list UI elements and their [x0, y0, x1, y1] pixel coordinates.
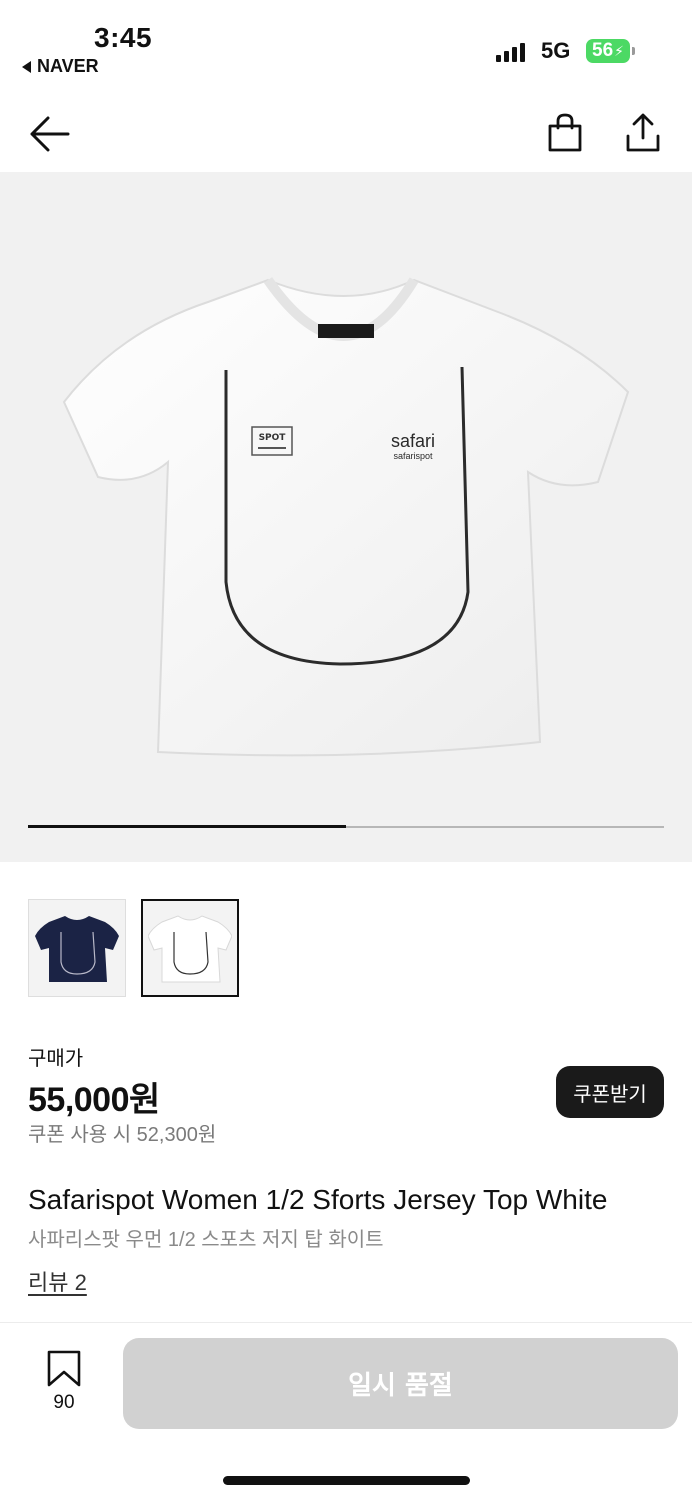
product-image-gallery[interactable]: SPOT safari safarispot	[0, 172, 692, 862]
thumbnail-navy[interactable]	[28, 899, 126, 997]
network-type: 5G	[541, 38, 571, 63]
review-link[interactable]: 리뷰 2	[28, 1265, 87, 1297]
battery-level: 56	[592, 40, 614, 61]
back-to-app-link[interactable]: NAVER	[22, 56, 99, 77]
price-value: 55,000원	[28, 1081, 160, 1119]
brand-subtext: safarispot	[393, 451, 433, 461]
thumbnail-white[interactable]	[141, 899, 239, 997]
arrow-left-icon	[30, 116, 70, 152]
product-title-en: Safarispot Women 1/2 Sforts Jersey Top W…	[28, 1184, 608, 1215]
charging-bolt-icon: ⚡	[614, 42, 624, 59]
brand-text: safari	[391, 431, 435, 451]
neck-label	[318, 324, 374, 338]
bookmark-icon	[47, 1350, 81, 1387]
gallery-progress-track	[28, 825, 664, 828]
patch-text: SPOT	[259, 433, 287, 443]
thumbnail-navy-image	[35, 916, 119, 982]
battery-icon: 56 ⚡	[586, 39, 630, 63]
share-icon	[626, 113, 660, 152]
back-button[interactable]	[28, 114, 70, 154]
gallery-progress-fill	[28, 825, 346, 828]
product-title-ko: 사파리스팟 우먼 1/2 스포츠 저지 탑 화이트	[28, 1229, 384, 1251]
get-coupon-button[interactable]: 쿠폰받기	[556, 1066, 664, 1118]
bottom-divider	[0, 1322, 692, 1323]
thumbnail-white-image	[148, 915, 232, 983]
shopping-bag-icon	[548, 113, 582, 152]
coupon-price: 쿠폰 사용 시 52,300원	[28, 1124, 217, 1146]
home-indicator[interactable]	[223, 1476, 470, 1485]
back-app-label: NAVER	[37, 56, 99, 76]
soldout-button: 일시 품절	[123, 1338, 678, 1429]
status-time: 3:45	[94, 22, 153, 53]
product-image: SPOT safari safarispot	[62, 277, 630, 757]
cellular-signal-icon	[496, 42, 525, 62]
bookmark-count: 90	[53, 1392, 75, 1413]
bookmark-button[interactable]: 90	[38, 1350, 90, 1416]
top-navigation	[0, 100, 692, 170]
share-button[interactable]	[624, 112, 662, 154]
price-label: 구매가	[28, 1048, 84, 1070]
battery-nub	[632, 47, 635, 55]
cart-button[interactable]	[546, 112, 584, 154]
status-bar: 3:45 NAVER 5G 56 ⚡	[0, 0, 692, 90]
back-triangle-icon	[22, 60, 31, 73]
